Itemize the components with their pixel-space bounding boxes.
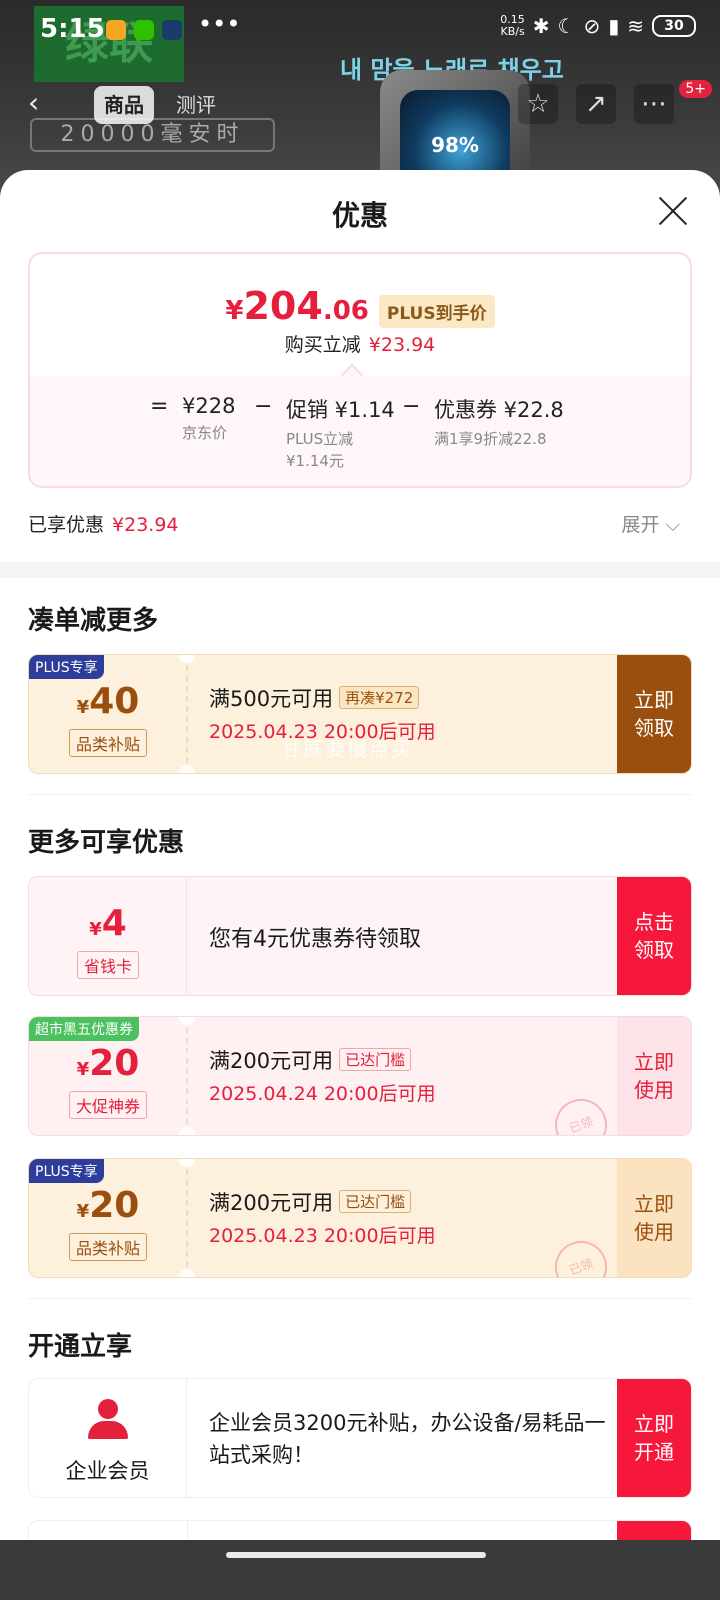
more-notifications-icon: ••• [198,10,241,38]
coupon-amount: ¥20 [76,1043,140,1084]
expand-button[interactable]: 展开 ⌵ [622,510,680,537]
sheet-title: 优惠 [331,199,388,232]
divider [28,794,692,795]
claim-coupon-button[interactable]: 立即 领取 [617,655,691,773]
person-icon [87,1399,129,1441]
supermarket-coupon-badge: 超市黑五优惠券 [29,1017,139,1041]
network-speed: 0.15 KB/s [500,13,525,38]
status-bar: 5:15 ••• 0.15 KB/s ✱ ☾ ⊘ ▮ ≋ 30 [0,10,720,50]
use-coupon-button[interactable]: 立即 使用 [617,1159,691,1277]
threshold-reached-tag: 已达门槛 [339,1190,412,1213]
coupon-amount: ¥40 [76,681,140,722]
star-icon[interactable]: ☆ [518,84,558,124]
claim-coupon-button[interactable]: 点击 领取 [617,877,691,995]
enterprise-member-card: 企业会员 企业会员3200元补贴，办公设备/易耗品一站式采购！ 立即 开通 [28,1378,692,1498]
coupon-amount: ¥20 [76,1185,140,1226]
section-title-bundle: 凑单减更多 [28,606,159,636]
coupon-category-tag: 大促神券 [68,1091,148,1119]
share-icon[interactable]: ↗ [576,84,616,124]
battery-icon: 30 [652,15,696,37]
product-nav-bar: ‹ 商品 测评 ☆ ↗ ⋯ 5+ [0,80,720,128]
coupon-savings-card-4: ¥4 省钱卡 您有4元优惠券待领取 点击 领取 [28,876,692,996]
minus-sign: − [402,394,421,419]
jd-price: ¥228 京东价 [182,394,236,442]
minus-sign: − [254,394,273,419]
coupon-amount: ¥4 [89,903,127,944]
use-coupon-button[interactable]: 立即 使用 [617,1017,691,1135]
threshold-reached-tag: 已达门槛 [339,1048,412,1071]
wifi-icon: ≋ [627,14,644,38]
equals-sign: = [150,394,169,419]
member-label: 企业会员 [65,1459,150,1483]
open-membership-button[interactable]: 立即 开通 [617,1379,691,1497]
divider [28,1298,692,1299]
coupon-valid-time: 2025.04.24 20:00后可用 [209,1083,436,1105]
plus-exclusive-badge: PLUS专享 [29,655,104,679]
coupon-plus-20: PLUS专享 ¥20 品类补贴 满200元可用 已达门槛 2025.04.23 2… [28,1158,692,1278]
watermark-text: 甘蔗要慢点买 [281,737,413,761]
section-gap [0,562,720,578]
coupon-supermarket-20: 超市黑五优惠券 ¥20 大促神券 满200元可用 已达门槛 2025.04.24 … [28,1016,692,1136]
coupon-threshold: 满200元可用 已达门槛 [209,1187,412,1217]
nav-actions: ☆ ↗ ⋯ [518,84,674,124]
price-summary-card: ¥204.06 PLUS到手价 购买立减 ¥23.94 = ¥228 京东价 − … [28,252,692,488]
coupon-discount: 优惠券 ¥22.8 满1享9折减22.8 [434,398,564,448]
discount-sheet: 优惠 ¥204.06 PLUS到手价 购买立减 ¥23.94 = ¥228 京东价 [0,170,720,1600]
moon-icon: ☾ [557,14,576,38]
section-title-more: 更多可享优惠 [28,828,185,858]
purchase-reduction: 购买立减 ¥23.94 [284,334,436,356]
tab-review[interactable]: 测评 [166,86,226,124]
system-status: 0.15 KB/s ✱ ☾ ⊘ ▮ ≋ 30 [500,14,696,38]
coupon-category-tag: 品类补贴 [68,1233,148,1261]
tab-product[interactable]: 商品 [94,86,154,124]
notification-icons [106,20,182,40]
signal-icon: ▮ [608,14,620,38]
plus-price-tag: PLUS到手价 [378,295,495,328]
coupon-category-tag: 省钱卡 [76,951,140,979]
bluetooth-icon: ✱ [532,14,550,38]
wechat-icon [134,20,154,40]
app-notification-icon [106,20,126,40]
member-description: 企业会员3200元补贴，办公设备/易耗品一站式采购！ [209,1411,606,1467]
clock: 5:15 [40,14,105,44]
enjoyed-discount: 已享优惠 ¥23.94 [28,514,179,536]
app-notification-icon [162,20,182,40]
coupon-plus-40: PLUS专享 ¥40 品类补贴 满500元可用 再凑¥272 2025.04.23… [28,654,692,774]
mute-icon: ⊘ [583,14,601,38]
coupon-category-tag: 品类补贴 [68,729,148,757]
final-price: ¥204.06 [225,284,369,328]
back-icon[interactable]: ‹ [28,86,39,119]
gesture-bar [0,1540,720,1600]
section-title-open: 开通立享 [28,1332,133,1362]
close-icon[interactable] [656,194,690,228]
plus-exclusive-badge: PLUS专享 [29,1159,104,1183]
chevron-down-icon: ⌵ [665,514,680,536]
promo-discount: 促销 ¥1.14 PLUS立减 ¥1.14元 [286,398,395,470]
price-header: ¥204.06 PLUS到手价 购买立减 ¥23.94 [30,254,690,376]
message-badge: 5+ [679,80,712,98]
more-icon[interactable]: ⋯ [634,84,674,124]
coupon-description: 您有4元优惠券待领取 [209,927,421,952]
add-more-tag: 再凑¥272 [339,686,420,709]
price-breakdown: = ¥228 京东价 − 促销 ¥1.14 PLUS立减 ¥1.14元 − 优惠… [30,363,690,486]
coupon-valid-time: 2025.04.23 20:00后可用 [209,1225,436,1247]
coupon-threshold: 满200元可用 已达门槛 [209,1045,412,1075]
coupon-threshold: 满500元可用 再凑¥272 [209,683,420,713]
home-indicator[interactable] [226,1552,486,1558]
